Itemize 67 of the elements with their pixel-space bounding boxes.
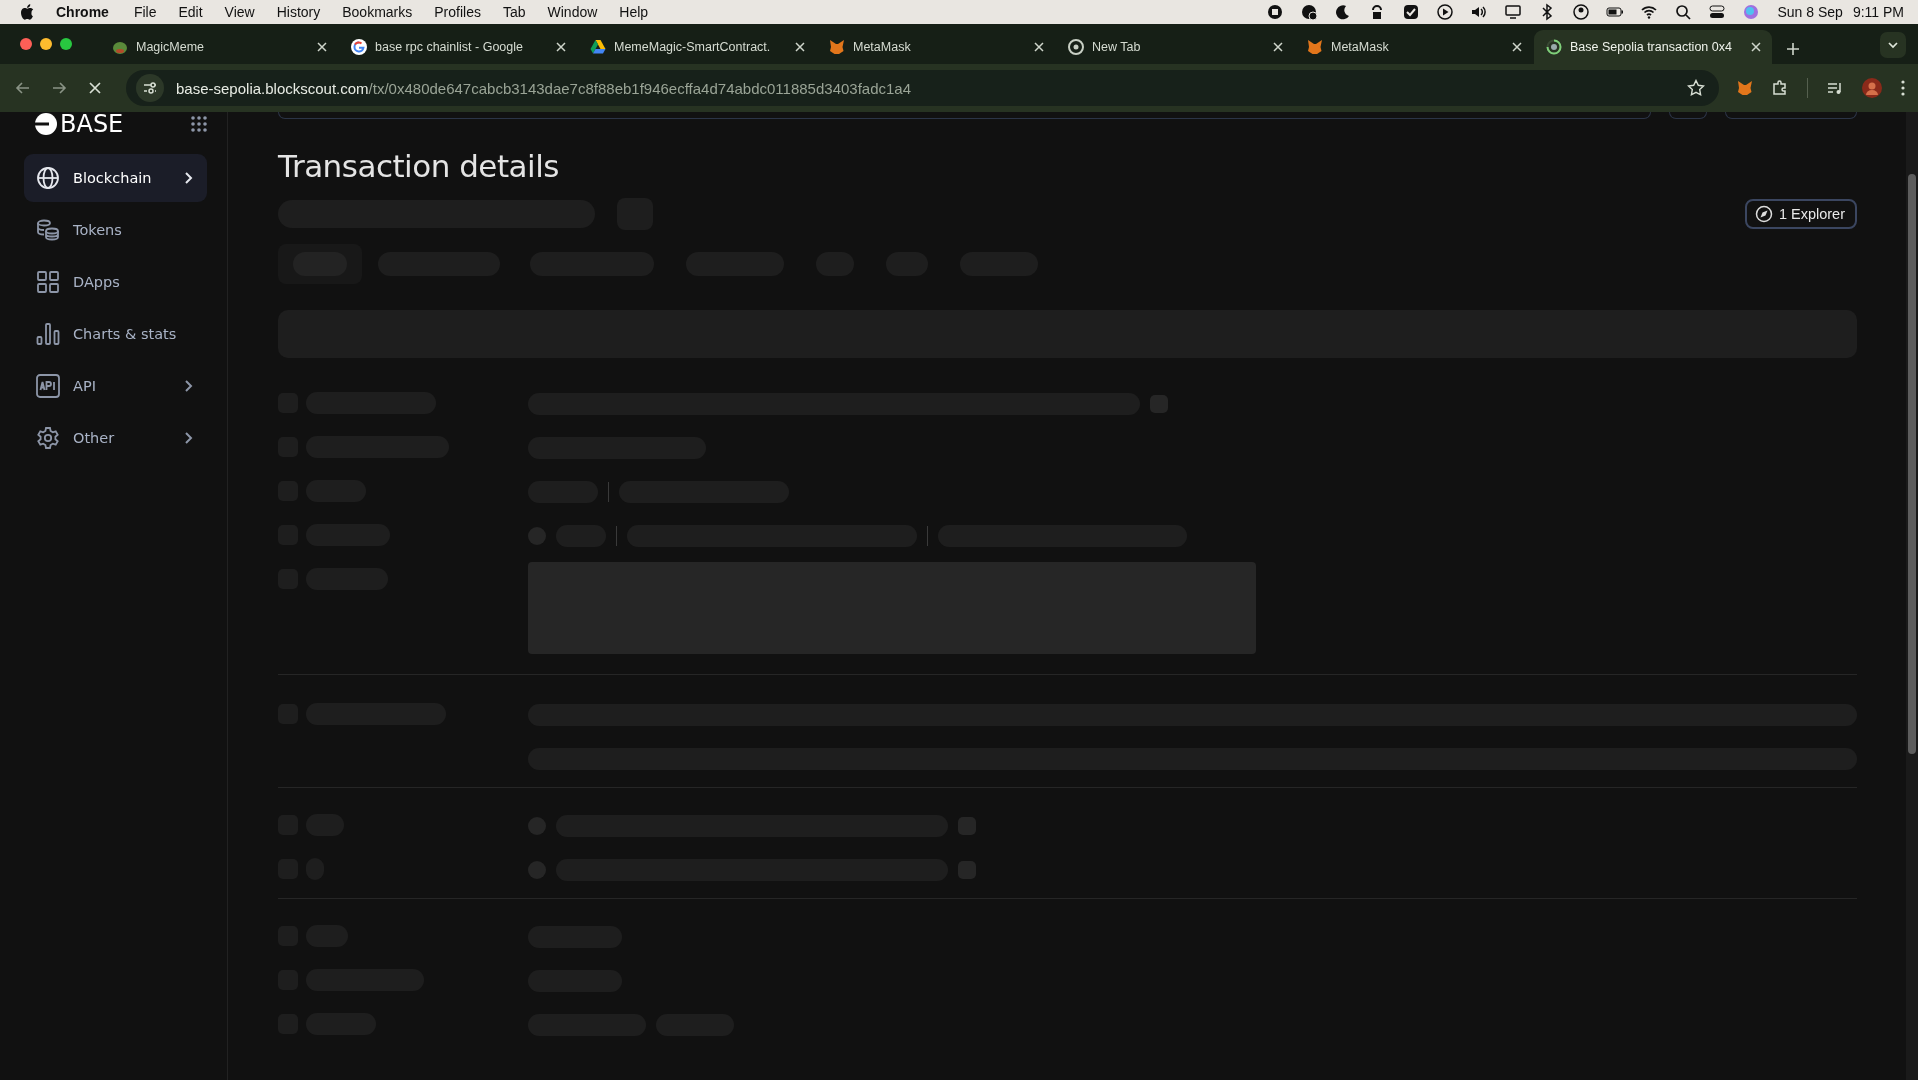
explorer-button[interactable]: 1 Explorer xyxy=(1744,199,1857,229)
base-logo[interactable]: BASE xyxy=(34,112,124,136)
avatar-icon[interactable] xyxy=(1862,78,1882,98)
fox-icon xyxy=(829,39,845,55)
browser-tab[interactable]: MetaMask xyxy=(817,30,1055,64)
menu-item[interactable]: Help xyxy=(608,4,660,20)
nav-item[interactable]: Other xyxy=(24,414,207,462)
menu-item[interactable]: History xyxy=(265,4,332,20)
apps-icon[interactable] xyxy=(191,116,207,132)
menu-item[interactable]: File xyxy=(122,4,168,20)
menu-item[interactable]: Profiles xyxy=(423,4,492,20)
nav-item[interactable]: DApps xyxy=(24,258,207,306)
menu-item[interactable]: View xyxy=(213,4,266,20)
menu-time: 9:11 PM xyxy=(1852,4,1904,20)
menu-item[interactable]: Window xyxy=(536,4,609,20)
puzzle-icon[interactable] xyxy=(1771,79,1789,97)
browser-tab[interactable]: Base Sepolia transaction 0x4 xyxy=(1534,30,1772,64)
toggle-icon[interactable] xyxy=(1707,3,1726,21)
page-title: Transaction details xyxy=(278,147,560,186)
url-text: base-sepolia.blockscout.com/tx/0x480de647cabcb3143dae7c8f88eb1f946ecffa4d74abdc011885d3403fadc1a4 xyxy=(176,79,913,97)
nav-item[interactable]: Tokens xyxy=(24,206,207,254)
star-icon[interactable] xyxy=(1687,79,1705,97)
apple-icon xyxy=(20,4,34,20)
wifi-icon[interactable] xyxy=(1639,3,1658,21)
menu-item[interactable]: Edit xyxy=(167,4,214,20)
menu-date: Sun 8 Sep xyxy=(1777,4,1843,20)
more-icon[interactable] xyxy=(1900,79,1906,97)
menu-item[interactable]: Tab xyxy=(491,4,537,20)
triangle-icon xyxy=(590,39,606,55)
browser-tab[interactable]: MemeMagic-SmartContract. xyxy=(578,30,816,64)
app-menu[interactable]: Chrome xyxy=(34,4,123,20)
nav-item[interactable]: Charts & stats xyxy=(24,310,207,358)
browser-tab[interactable]: New Tab xyxy=(1056,30,1294,64)
nav-item[interactable]: Blockchain xyxy=(24,154,207,202)
scrollbar[interactable] xyxy=(1906,112,1918,1080)
compass-icon xyxy=(1754,205,1773,223)
search-icon[interactable] xyxy=(1673,3,1692,21)
chrome-icon xyxy=(1068,39,1084,55)
spinner-icon xyxy=(1546,39,1562,55)
nav-item[interactable]: API xyxy=(24,362,207,410)
tab-menu-button[interactable] xyxy=(1880,32,1906,58)
address-bar[interactable]: base-sepolia.blockscout.com/tx/0x480de647cabcb3143dae7c8f88eb1f946ecffa4d74abdc011885d3403fadc1a4 xyxy=(126,70,1719,106)
globe-icon xyxy=(36,166,60,190)
api-icon xyxy=(36,374,60,398)
user-icon[interactable] xyxy=(1571,3,1590,21)
browser-tab[interactable]: base rpc chainlist - Google xyxy=(339,30,577,64)
gear-icon xyxy=(36,426,60,450)
ring-icon xyxy=(351,39,367,55)
play-icon[interactable] xyxy=(1435,3,1454,21)
badge-icon[interactable] xyxy=(1299,3,1318,21)
coins-icon xyxy=(36,218,60,242)
browser-tab[interactable]: MetaMask xyxy=(1295,30,1533,64)
browser-tab[interactable]: MagicMeme xyxy=(100,30,338,64)
fox-icon xyxy=(1307,39,1323,55)
check-icon[interactable] xyxy=(1401,3,1420,21)
moon-icon[interactable] xyxy=(1333,3,1352,21)
sliders-icon xyxy=(142,80,158,96)
record-icon[interactable] xyxy=(1265,3,1284,21)
menu-item[interactable]: Bookmarks xyxy=(331,4,424,20)
new-tab-icon[interactable] xyxy=(1785,41,1801,57)
fox-icon[interactable] xyxy=(1737,80,1753,96)
volume-icon[interactable] xyxy=(1469,3,1488,21)
bar-chart-icon xyxy=(36,322,60,346)
blob-icon xyxy=(112,39,128,55)
site-info-button[interactable] xyxy=(136,74,164,102)
display-icon[interactable] xyxy=(1503,3,1522,21)
grid-icon xyxy=(36,270,60,294)
